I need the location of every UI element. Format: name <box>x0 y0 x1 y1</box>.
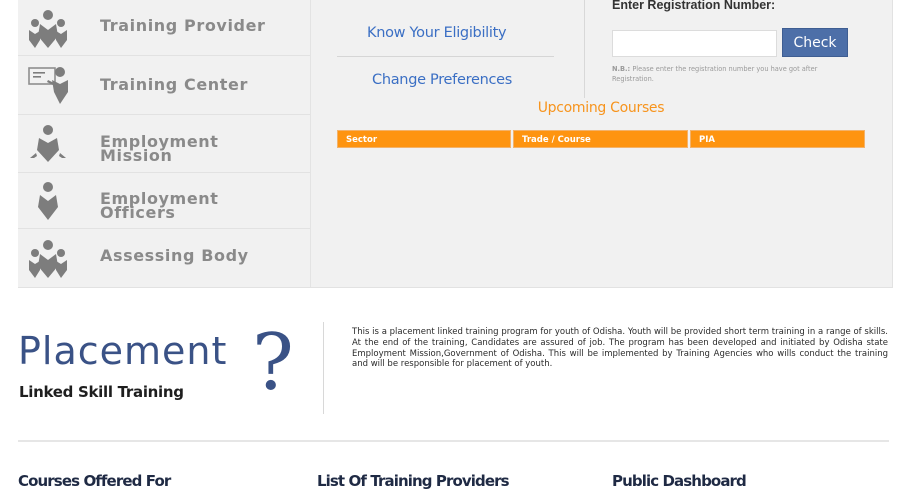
sidebar-label-line2: Officers <box>100 203 176 222</box>
sidebar-item-training-center[interactable]: Training Center <box>18 56 310 115</box>
registration-note: N.B.: Please enter the registration numb… <box>612 64 852 84</box>
sidebar-item-assessing-body[interactable]: Assessing Body <box>18 229 310 287</box>
public-dashboard-heading[interactable]: Public Dashboard <box>612 472 747 490</box>
placement-description: This is a placement linked training prog… <box>352 327 888 370</box>
person-arrows-icon <box>26 122 70 166</box>
upcoming-courses-title: Upcoming Courses <box>537 100 665 116</box>
sidebar-label: Assessing Body <box>100 246 249 265</box>
sidebar-label: Training Provider <box>100 16 266 35</box>
stakeholder-sidebar: Training Provider Training Center Employ… <box>18 0 311 287</box>
column-header-sector: Sector <box>337 130 511 148</box>
placement-divider <box>323 322 324 414</box>
sidebar-item-training-provider[interactable]: Training Provider <box>18 0 310 56</box>
upcoming-courses-table: Sector Trade / Course PIA <box>337 130 865 148</box>
note-prefix: N.B.: <box>612 65 631 73</box>
placement-subtitle: Linked Skill Training <box>19 383 184 401</box>
sidebar-item-employment-mission[interactable]: Employment Mission <box>18 115 310 173</box>
registration-divider <box>584 0 585 98</box>
know-your-eligibility-link[interactable]: Know Your Eligibility <box>367 25 507 41</box>
training-providers-heading[interactable]: List Of Training Providers <box>317 472 510 490</box>
group-icon <box>26 236 70 280</box>
question-mark-icon: ? <box>252 318 294 408</box>
column-header-trade-course: Trade / Course <box>513 130 688 148</box>
sidebar-label-line2: Mission <box>100 146 173 165</box>
courses-offered-heading[interactable]: Courses Offered For <box>18 472 171 490</box>
note-text: Please enter the registration number you… <box>612 65 818 83</box>
check-button[interactable]: Check <box>782 28 848 57</box>
change-preferences-link[interactable]: Change Preferences <box>372 72 512 88</box>
sidebar-item-employment-officers[interactable]: Employment Officers <box>18 173 310 229</box>
registration-number-input[interactable] <box>612 30 777 57</box>
presenter-icon <box>26 62 70 106</box>
column-header-pia: PIA <box>690 130 865 148</box>
sidebar-label: Training Center <box>100 75 248 94</box>
placement-title: Placement <box>18 329 228 373</box>
group-icon <box>26 6 70 50</box>
links-divider <box>337 56 554 57</box>
top-panel: Training Provider Training Center Employ… <box>18 0 893 288</box>
person-icon <box>26 179 70 223</box>
section-divider <box>18 440 889 442</box>
registration-label: Enter Registration Number: <box>612 0 776 12</box>
